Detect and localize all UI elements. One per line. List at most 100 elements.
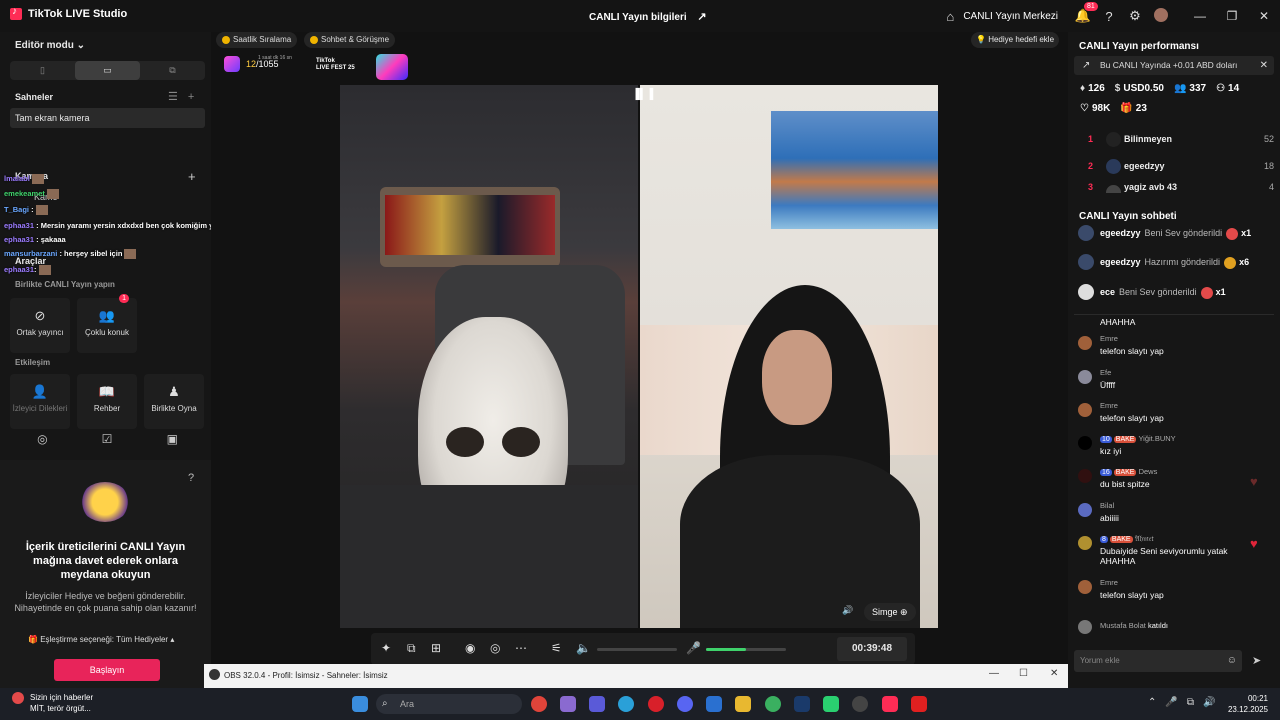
add-gift-goal-button[interactable]: 💡 Hediye hedefi ekle <box>971 32 1060 48</box>
scene-item[interactable]: Tam ekran kamera <box>10 108 205 128</box>
co-host-button[interactable]: ⊘ Ortak yayıncı <box>10 298 70 353</box>
more-tools-row[interactable]: ◎ ☑ ▣ <box>10 432 205 454</box>
steam-icon[interactable] <box>794 696 810 712</box>
volume-icon[interactable]: 🔈 <box>576 641 591 655</box>
obs-icon <box>209 669 220 680</box>
comment-input[interactable]: Yorum ekle ☺ <box>1074 650 1242 672</box>
ranking-row[interactable]: 2 egeedzyy 18 <box>1074 155 1274 177</box>
add-camera-icon[interactable]: + <box>188 169 196 184</box>
settings-sliders-icon[interactable]: ⚟ <box>551 641 562 655</box>
effects-icon[interactable]: ⧉ <box>407 641 416 656</box>
close-banner-icon[interactable]: ✕ <box>1260 56 1268 75</box>
emoji-icon[interactable]: ☺ <box>1227 650 1237 672</box>
news-widget[interactable]: Sizin için haberler MİT, terör örgüt... <box>12 692 93 714</box>
ranking-row[interactable]: 3 yagiz avb 43 4 <box>1074 181 1274 193</box>
clock[interactable]: 00:21 23.12.2025 <box>1226 693 1268 715</box>
obs-taskbar-icon[interactable] <box>852 696 868 712</box>
mail-icon[interactable] <box>706 696 722 712</box>
more-icon[interactable]: ⋯ <box>515 641 527 655</box>
edge-icon[interactable] <box>618 696 634 712</box>
tiktok-studio-icon[interactable] <box>882 696 898 712</box>
android-icon[interactable] <box>823 696 839 712</box>
overlay-chat-line: T_Bagi : <box>4 205 48 216</box>
orientation-toggle[interactable]: ▯ ▭ ⧉ <box>10 61 205 80</box>
gift-message: egeedzyy Beni Sev gönderildi x1 <box>1078 223 1274 243</box>
checklist-icon[interactable]: ☑ <box>102 432 113 454</box>
users-icon: 👥 <box>98 308 116 323</box>
diamond-icon: ♦ <box>1080 83 1086 94</box>
live-info-link[interactable]: CANLI Yayın bilgileri ↗ <box>589 10 707 23</box>
video-preview[interactable]: ▐▌▐ 🔊 Simge ⊕ <box>340 85 938 628</box>
chat-chip[interactable]: Sohbet & Görüşme <box>304 32 396 48</box>
audio-levels-icon[interactable]: ▐▌▐ <box>632 89 653 100</box>
obs-window-bar[interactable]: OBS 32.0.4 - Profil: İsimsiz - Sahneler:… <box>204 664 1070 688</box>
send-icon[interactable]: ➤ <box>1252 654 1261 667</box>
discord-icon[interactable] <box>677 696 693 712</box>
add-source-icon[interactable]: ⊞ <box>431 641 441 655</box>
multi-guest-button[interactable]: 1 👥 Çoklu konuk <box>77 294 137 353</box>
speaker-icon[interactable]: 🔊 <box>842 605 853 616</box>
viewer-wishes-button[interactable]: 👤 İzleyici Dilekleri <box>10 374 70 429</box>
close-button[interactable]: ✕ <box>1248 9 1280 23</box>
landscape-icon[interactable]: ▭ <box>75 61 140 80</box>
gear-icon[interactable]: ⚙ <box>1122 8 1148 24</box>
folder-icon[interactable] <box>735 696 751 712</box>
overlay-chat-line: lmalabl <box>4 174 44 185</box>
overlay-chat-line: emekeamet <box>4 189 59 200</box>
bell-icon[interactable]: 🔔 81 <box>1070 2 1098 24</box>
chrome-dev-icon[interactable] <box>765 696 781 712</box>
hourly-ranking-chip[interactable]: Saatlik Sıralama <box>216 32 298 48</box>
windows-start-icon[interactable] <box>352 696 368 712</box>
trophy-emoji-icon <box>80 482 130 522</box>
match-option-dropdown[interactable]: 🎁 Eşleştirme seçeneği: Tüm Hediyeler ▴ <box>28 635 174 644</box>
volume-slider[interactable] <box>597 648 677 651</box>
editor-mode-dropdown[interactable]: Editör modu ⌄ <box>15 40 85 51</box>
heart-icon: ♥ <box>1250 474 1258 489</box>
youtube-icon[interactable] <box>911 696 927 712</box>
guide-button[interactable]: 📖 Rehber <box>77 374 137 429</box>
obs-minimize-button[interactable]: — <box>989 668 999 679</box>
dollar-icon: $ <box>1114 83 1121 94</box>
simge-button[interactable]: Simge ⊕ <box>864 603 916 621</box>
opera-icon[interactable] <box>648 696 664 712</box>
taskbar-search[interactable]: ⌕ Ara <box>376 694 522 714</box>
invite-card: ? İçerik üreticilerini CANLI Yayın mağın… <box>0 460 211 688</box>
start-button[interactable]: Başlayın <box>54 659 160 681</box>
chrome-icon[interactable] <box>531 696 547 712</box>
ranking-row[interactable]: 1 Bilinmeyen 52 <box>1074 128 1274 150</box>
help-icon[interactable]: ? <box>1096 9 1122 24</box>
scenes-actions[interactable]: ☰+ <box>168 90 204 103</box>
share-icon[interactable]: ↗ <box>697 11 706 23</box>
box-icon[interactable]: ▣ <box>167 432 178 454</box>
help-icon[interactable]: ? <box>188 472 194 484</box>
user-icon: 👤 <box>31 384 49 399</box>
mic-level-slider[interactable] <box>706 648 786 651</box>
obs-maximize-button[interactable]: ☐ <box>1019 668 1028 679</box>
system-tray[interactable]: ⌃🎤⧉🔊 <box>1148 697 1224 708</box>
overlay-chat-line: mansurbarzani : herşey sibel için <box>4 249 137 260</box>
bulb-icon: 💡 <box>976 35 986 44</box>
live-center-link[interactable]: CANLI Yayın Merkezi <box>963 11 1058 22</box>
app-name: TikTok LIVE Studio <box>28 8 128 20</box>
target-icon[interactable]: ◎ <box>37 432 47 454</box>
avatar[interactable] <box>1148 7 1174 25</box>
camera-switch-icon[interactable]: ◎ <box>490 641 500 655</box>
live-fest-widget[interactable]: 12/1055 1 saat dk 16 sn TikTok LIVE FEST … <box>216 54 408 80</box>
rotate-icon[interactable]: ⧉ <box>140 61 205 80</box>
teams-icon[interactable] <box>589 696 605 712</box>
obs-close-button[interactable]: ✕ <box>1050 668 1058 679</box>
magic-wand-icon[interactable]: ✦ <box>381 641 391 655</box>
play-together-button[interactable]: ♟ Birlikte Oyna <box>144 374 204 429</box>
record-icon[interactable]: ◉ <box>465 641 475 655</box>
store-icon[interactable] <box>560 696 576 712</box>
home-icon[interactable]: ⌂ <box>937 9 963 24</box>
heart-icon: ♥ <box>1250 536 1258 551</box>
stats-row-1: ♦ 126 $ USD0.50 👥 337 ⚇ 14 <box>1080 83 1240 94</box>
stream-preview-area: Saatlik Sıralama Sohbet & Görüşme 💡 Hedi… <box>211 32 1068 665</box>
portrait-icon[interactable]: ▯ <box>10 61 75 80</box>
scenes-title: Sahneler <box>15 92 54 102</box>
minimize-button[interactable]: — <box>1184 9 1216 23</box>
maximize-button[interactable]: ❐ <box>1216 9 1248 23</box>
mic-icon[interactable]: 🎤 <box>686 641 701 655</box>
followers-icon: ⚇ <box>1216 83 1226 94</box>
